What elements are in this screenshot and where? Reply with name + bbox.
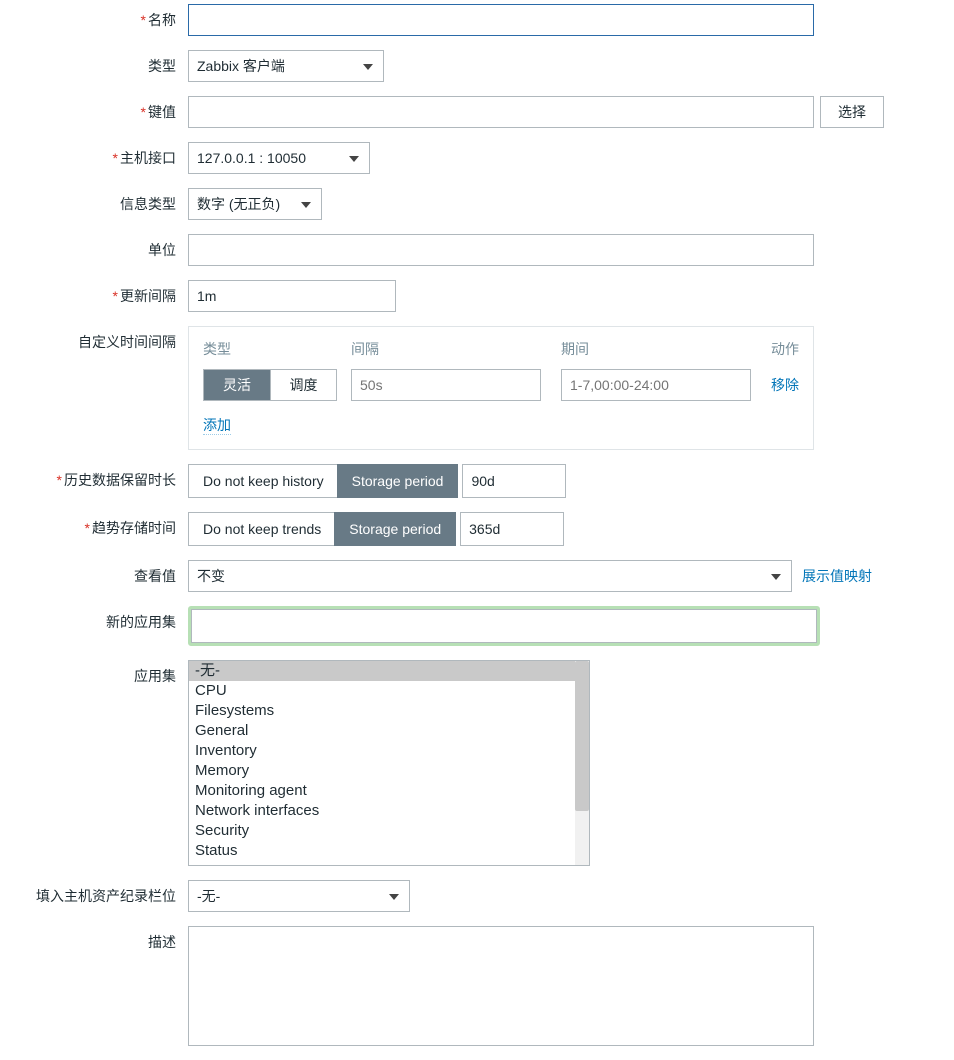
app-item[interactable]: CPU [189,681,575,701]
app-item[interactable]: Filesystems [189,701,575,721]
app-item[interactable]: Monitoring agent [189,781,575,801]
populate-host-select[interactable]: -无- [188,880,410,912]
description-textarea[interactable] [188,926,814,1046]
interval-period-input[interactable] [561,369,751,401]
label-host-interface: *主机接口 [0,142,188,168]
name-input[interactable] [188,4,814,36]
custom-intervals-box: 类型 间隔 期间 动作 灵活 调度 移除 添加 [188,326,814,450]
interval-type-flexible[interactable]: 灵活 [204,370,270,400]
type-select[interactable]: Zabbix 客户端 [188,50,384,82]
history-storage-period[interactable]: Storage period [337,464,459,498]
info-type-select[interactable]: 数字 (无正负) [188,188,322,220]
app-item[interactable]: General [189,721,575,741]
trends-storage-period[interactable]: Storage period [334,512,456,546]
label-show-value: 查看值 [0,560,188,586]
label-name: *名称 [0,4,188,30]
interval-type-scheduling[interactable]: 调度 [270,370,336,400]
interval-head-interval: 间隔 [351,339,561,359]
history-value-input[interactable] [462,464,566,498]
interval-add-link[interactable]: 添加 [203,417,231,435]
interval-head-type: 类型 [203,339,351,359]
app-item[interactable]: Security [189,821,575,841]
show-value-mapping-link[interactable]: 展示值映射 [802,560,872,586]
label-populate-host: 填入主机资产纪录栏位 [0,880,188,906]
trends-value-input[interactable] [460,512,564,546]
host-interface-select[interactable]: 127.0.0.1 : 10050 [188,142,370,174]
label-apps: 应用集 [0,660,188,686]
label-description: 描述 [0,926,188,952]
app-item[interactable]: Memory [189,761,575,781]
label-info-type: 信息类型 [0,188,188,214]
interval-value-input[interactable] [351,369,541,401]
interval-remove-link[interactable]: 移除 [771,375,799,395]
label-key: *键值 [0,96,188,122]
app-item[interactable]: Network interfaces [189,801,575,821]
units-input[interactable] [188,234,814,266]
history-no-keep[interactable]: Do not keep history [188,464,338,498]
label-trends: *趋势存储时间 [0,512,188,538]
interval-head-period: 期间 [561,339,771,359]
key-select-button[interactable]: 选择 [820,96,884,128]
label-update-interval: *更新间隔 [0,280,188,306]
app-item[interactable]: Inventory [189,741,575,761]
key-input[interactable] [188,96,814,128]
apps-scrollbar-thumb[interactable] [575,661,589,811]
label-units: 单位 [0,234,188,260]
new-app-highlight [188,606,820,646]
label-type: 类型 [0,50,188,76]
interval-type-segment: 灵活 调度 [203,369,337,401]
label-history: *历史数据保留时长 [0,464,188,490]
label-new-app: 新的应用集 [0,606,188,632]
apps-scrollbar[interactable] [575,661,589,865]
trends-no-keep[interactable]: Do not keep trends [188,512,335,546]
show-value-select[interactable]: 不变 [188,560,792,592]
label-custom-intervals: 自定义时间间隔 [0,326,188,352]
apps-listbox[interactable]: -无-CPUFilesystemsGeneralInventoryMemoryM… [188,660,590,866]
app-item[interactable]: -无- [189,661,575,681]
app-item[interactable]: Status [189,841,575,861]
new-app-input[interactable] [191,609,817,643]
update-interval-input[interactable] [188,280,396,312]
interval-head-action: 动作 [771,339,799,359]
